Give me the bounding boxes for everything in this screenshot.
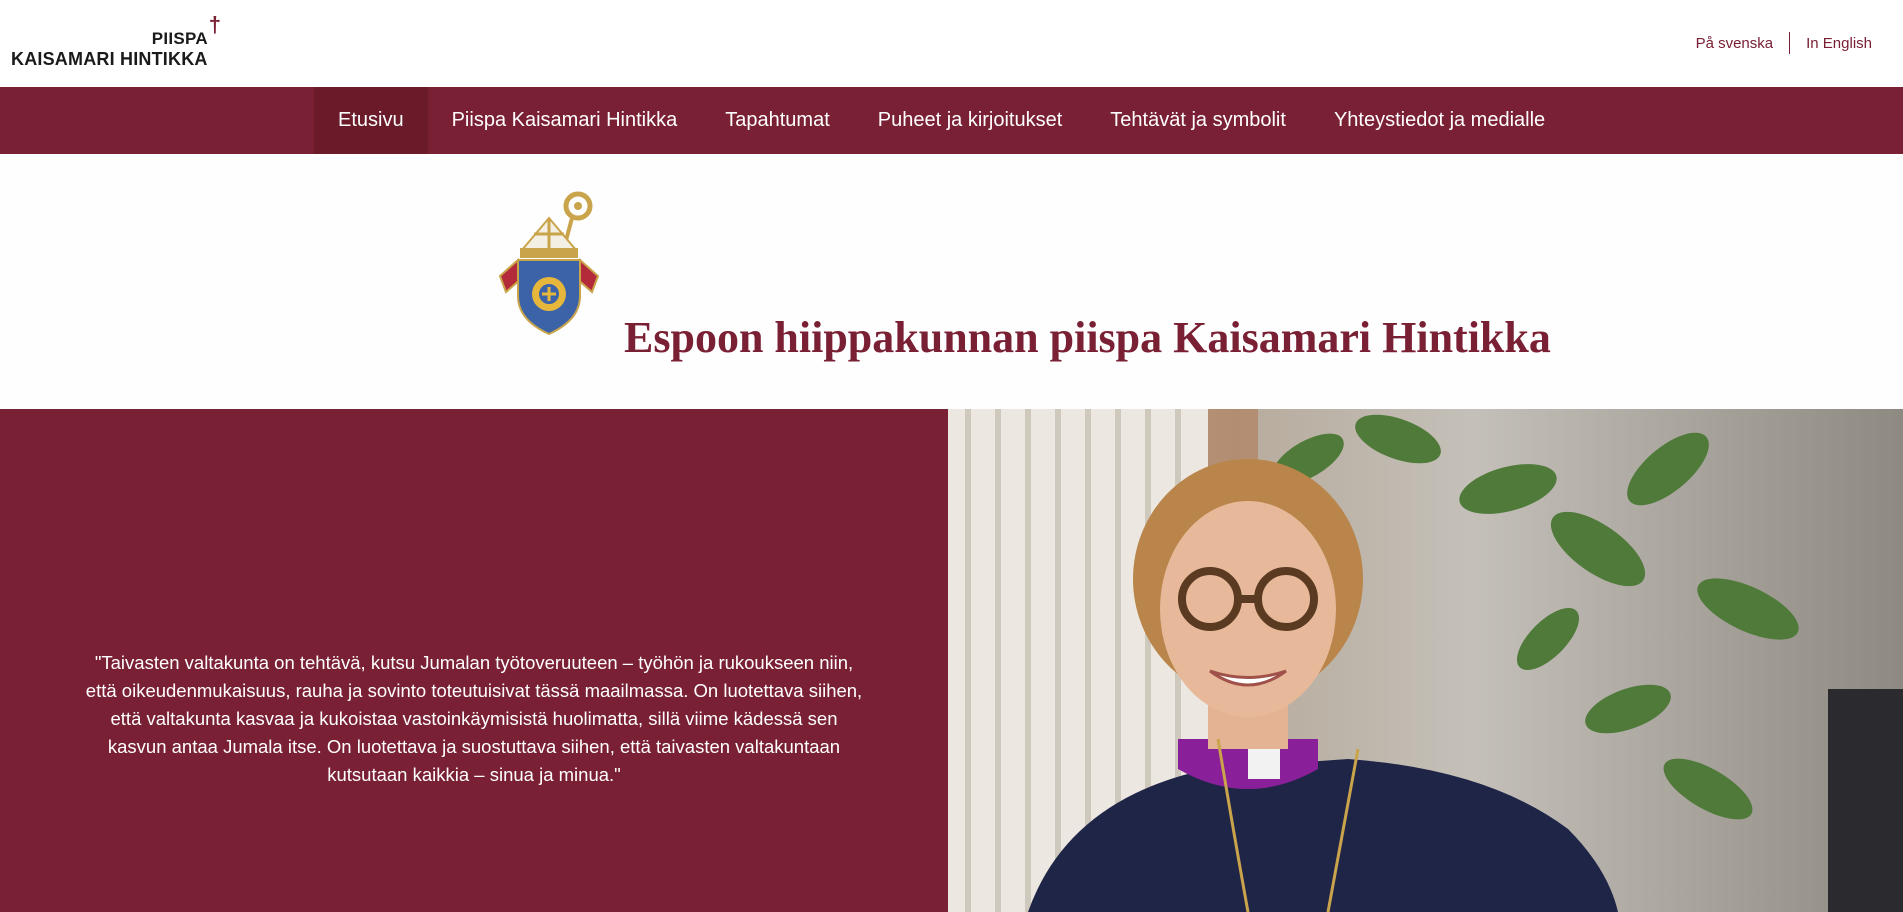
nav-item-tehtavat[interactable]: Tehtävät ja symbolit xyxy=(1086,87,1310,154)
nav-item-yhteystiedot[interactable]: Yhteystiedot ja medialle xyxy=(1310,87,1569,154)
nav-item-tapahtumat[interactable]: Tapahtumat xyxy=(701,87,854,154)
nav-item-puheet[interactable]: Puheet ja kirjoitukset xyxy=(854,87,1087,154)
lang-divider xyxy=(1789,32,1791,54)
nav-list: Etusivu Piispa Kaisamari Hintikka Tapaht… xyxy=(314,87,1569,154)
bishop-quote: "Taivasten valtakunta on tehtävä, kutsu … xyxy=(85,652,863,785)
nav-item-etusivu[interactable]: Etusivu xyxy=(314,87,428,154)
lang-english-link[interactable]: In English xyxy=(1806,35,1872,52)
quote-panel: "Taivasten valtakunta on tehtävä, kutsu … xyxy=(0,409,948,912)
site-logo[interactable]: † PIISPA KAISAMARI HINTIKKA xyxy=(11,12,221,72)
cross-icon: † xyxy=(208,12,221,37)
portrait-illustration xyxy=(948,409,1903,912)
logo-line2: KAISAMARI HINTIKKA xyxy=(11,49,208,69)
diocese-coat-of-arms-icon xyxy=(498,191,600,336)
nav-item-piispa[interactable]: Piispa Kaisamari Hintikka xyxy=(428,87,702,154)
hero-section: Espoon hiippakunnan piispa Kaisamari Hin… xyxy=(0,154,1903,409)
lang-swedish-link[interactable]: På svenska xyxy=(1696,35,1774,52)
main-nav: Etusivu Piispa Kaisamari Hintikka Tapaht… xyxy=(0,87,1903,154)
logo-line1: PIISPA xyxy=(151,29,208,48)
site-header: † PIISPA KAISAMARI HINTIKKA På svenska I… xyxy=(0,0,1903,87)
language-switcher: På svenska In English xyxy=(1696,32,1872,54)
bishop-portrait-photo xyxy=(948,409,1903,912)
page-title: Espoon hiippakunnan piispa Kaisamari Hin… xyxy=(624,313,1551,362)
